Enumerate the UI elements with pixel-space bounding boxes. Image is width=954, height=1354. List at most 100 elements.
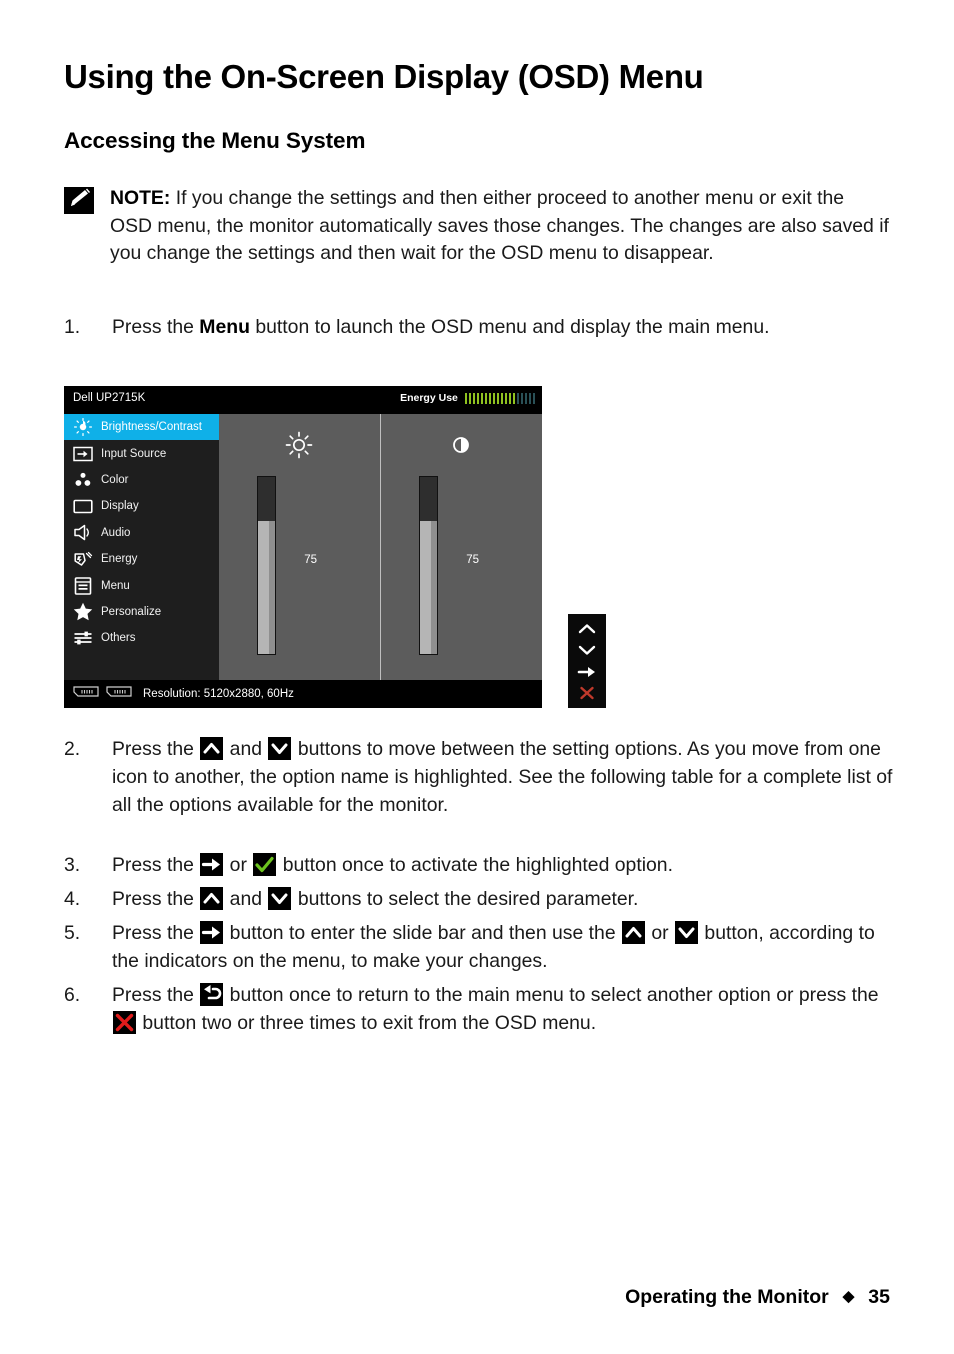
note-body: If you change the settings and then eith… [110,187,889,265]
sun-brightness-icon [284,430,314,465]
contrast-value: 75 [466,554,480,566]
energy-bar-segment [520,392,524,404]
step-item: 5. Press the button to enter the slide ba… [64,919,894,975]
osd-menu-item-label: Brightness/Contrast [101,421,202,434]
contrast-slider-fill [420,521,438,654]
step-number: 4. [64,888,81,910]
brightness-slider-fill [258,521,276,654]
step-number: 3. [64,854,81,876]
step-item: 1. Press the Menu button to launch the OS… [64,313,894,341]
osd-menu-item-personalize[interactable]: Personalize [64,599,219,625]
up-chevron-icon [200,737,224,760]
osd-menu-item-label: Personalize [101,605,162,618]
brightness-slider[interactable] [257,476,277,655]
step-text: Press the Menu button to launch the OSD … [112,316,770,338]
monitor-model-label: Dell UP2715K [73,392,146,404]
right-arrow-icon [200,853,224,876]
document-page: Using the On-Screen Display (OSD) Menu A… [0,0,954,1354]
osd-menu-screenshot: Dell UP2715K Energy Use Brightness/Contr… [64,386,606,708]
energy-bar-segment [468,392,472,404]
display-port-icon [105,685,133,703]
osd-nav-buttons[interactable] [568,614,606,708]
step-number: 1. [64,316,81,338]
contrast-circle-icon [446,430,476,465]
osd-menu-item-label: Menu [101,579,130,592]
energy-bar-segment [516,392,520,404]
energy-bar-segment [532,392,535,404]
section-heading: Accessing the Menu System [64,128,366,153]
down-chevron-icon [268,887,292,910]
close-x-icon[interactable] [576,684,598,702]
step-number: 6. [64,984,81,1006]
osd-menu-item-label: Audio [101,526,131,539]
osd-menu-item-energy[interactable]: Energy [64,546,219,572]
brightness-pane[interactable]: 75 [219,414,381,680]
back-arrow-icon [200,983,224,1006]
audio-speaker-icon [72,523,94,543]
emphasis-text: Menu [199,316,250,338]
others-sliders-icon [72,628,94,648]
energy-bar-segment [504,392,508,404]
right-arrow-icon[interactable] [576,663,598,681]
step-text: Press the button to enter the slide bar … [112,921,875,972]
energy-bar-segment [500,392,504,404]
menu-icon [72,576,94,596]
contrast-slider[interactable] [419,476,439,655]
display-icon [72,496,94,516]
brightness-icon [72,417,94,437]
osd-menu-item-brightness-contrast[interactable]: Brightness/Contrast [64,414,219,441]
energy-bar-segment [508,392,512,404]
energy-bar-segment [480,392,484,404]
energy-bar-segment [496,392,500,404]
check-icon [253,853,277,876]
energy-bar-segment [528,392,532,404]
energy-use-label: Energy Use [400,392,458,404]
step-item: 6. Press the button once to return to the… [64,981,894,1037]
osd-menu-item-display[interactable]: Display [64,493,219,519]
footer-section-label: Operating the Monitor [625,1286,829,1308]
step-text: Press the or button once to activate the… [112,853,673,876]
step-number: 2. [64,738,81,760]
step-item: 3. Press the or button once to activate t… [64,851,894,879]
energy-icon [72,549,94,569]
energy-use-indicator: Energy Use [400,392,535,404]
osd-menu-item-color[interactable]: Color [64,467,219,493]
energy-bar-segment [476,392,480,404]
energy-bar-segment [484,392,488,404]
step-text: Press the and buttons to select the desi… [112,887,639,910]
osd-sidebar[interactable]: Brightness/Contrast Input Source Color Disp… [64,414,219,680]
energy-bar-segment [492,392,496,404]
close-x-icon [113,1011,136,1034]
resolution-label: Resolution: 5120x2880, 60Hz [143,688,294,700]
page-title: Using the On-Screen Display (OSD) Menu [64,58,704,95]
input-source-icon [72,444,94,464]
step-item: 2. Press the and buttons to move between … [64,735,894,819]
note-text: NOTE: If you change the settings and the… [110,185,890,268]
star-icon [72,602,94,622]
step-number: 5. [64,922,81,944]
osd-menu-item-label: Display [101,500,139,513]
page-number: 35 [868,1286,890,1308]
osd-menu-item-menu[interactable]: Menu [64,572,219,598]
color-icon [72,470,94,490]
osd-menu-item-label: Input Source [101,447,167,460]
note-label: NOTE: [110,187,171,209]
osd-menu-item-audio[interactable]: Audio [64,520,219,546]
pencil-note-icon [64,187,94,214]
energy-bar-segment [512,392,516,404]
up-chevron-icon[interactable] [576,620,598,638]
display-port-icon [72,685,100,703]
osd-menu-item-others[interactable]: Others [64,625,219,651]
osd-title-bar: Dell UP2715K Energy Use [64,386,542,414]
osd-menu-item-label: Energy [101,553,138,566]
brightness-value: 75 [304,554,318,566]
osd-main-panel: 75 75 [219,414,542,680]
page-footer: Operating the Monitor ◆ 35 [0,1286,890,1309]
osd-menu-item-input-source[interactable]: Input Source [64,440,219,466]
step-item: 4. Press the and buttons to select the de… [64,885,894,913]
diamond-icon: ◆ [842,1288,855,1305]
note-callout: NOTE: If you change the settings and the… [64,185,890,268]
osd-status-bar: Resolution: 5120x2880, 60Hz [64,680,542,708]
contrast-pane[interactable]: 75 [381,414,543,680]
down-chevron-icon[interactable] [576,641,598,659]
